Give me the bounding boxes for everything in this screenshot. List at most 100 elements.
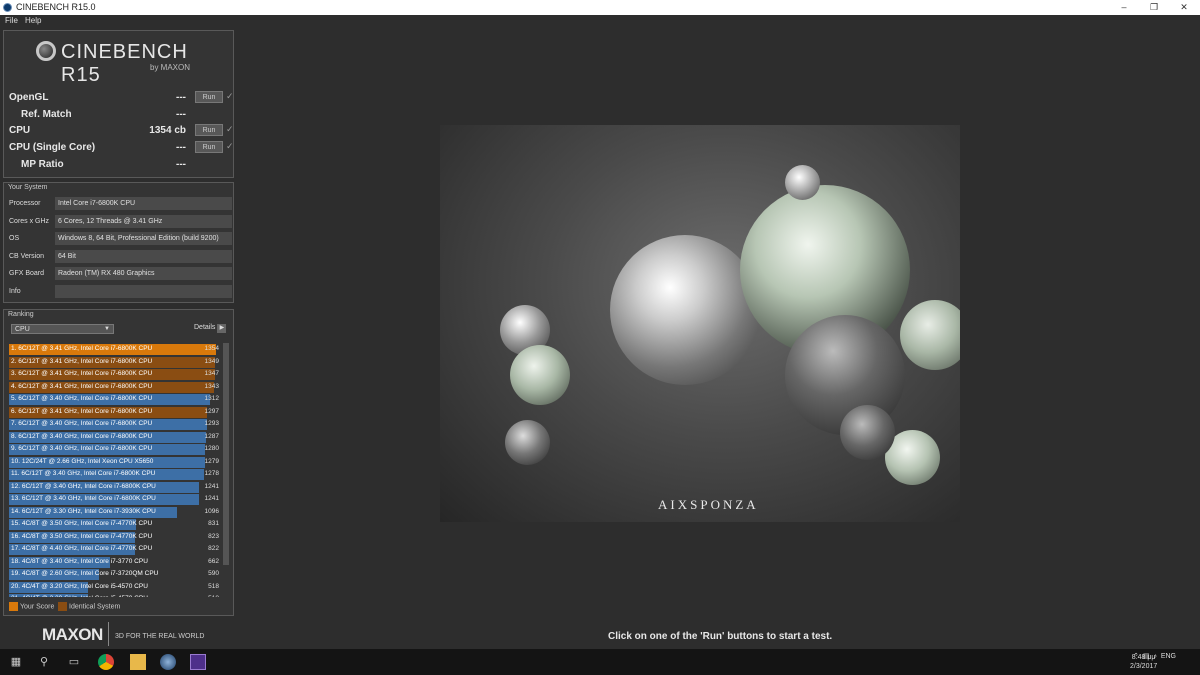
ranking-row[interactable]: 15. 4C/8T @ 3.50 GHz, Intel Core i7-4770… (9, 518, 221, 531)
ranking-label: 7. 6C/12T @ 3.40 GHz, Intel Core i7-6800… (11, 420, 153, 427)
ranking-row[interactable]: 21. 4C/4T @ 3.20 GHz, Intel Core i5-4570… (9, 593, 221, 597)
ranking-label: 21. 4C/4T @ 3.20 GHz, Intel Core i5-4570… (11, 595, 148, 597)
benchmark-label: Ref. Match (21, 109, 72, 120)
taskview-icon[interactable]: ▭ (66, 654, 82, 670)
ranking-row[interactable]: 14. 6C/12T @ 3.30 GHz, Intel Core i7-393… (9, 506, 221, 519)
ranking-value: 1287 (204, 432, 219, 440)
checkmark-icon[interactable]: ✓ (226, 91, 234, 102)
ranking-value: 1297 (204, 407, 219, 415)
ranking-row[interactable]: 20. 4C/4T @ 3.20 GHz, Intel Core i5-4570… (9, 581, 221, 594)
ranking-type-value: CPU (15, 326, 30, 333)
ranking-value: 822 (208, 545, 219, 552)
ranking-row[interactable]: 3. 6C/12T @ 3.41 GHz, Intel Core i7-6800… (9, 368, 221, 381)
system-value (55, 284, 232, 298)
system-row: Processor Intel Core i7-6800K CPU (8, 197, 232, 211)
system-row: Info (8, 284, 232, 299)
language-indicator[interactable]: ENG (1161, 653, 1176, 660)
ranking-label: 1. 6C/12T @ 3.41 GHz, Intel Core i7-6800… (11, 345, 153, 352)
benchmark-value: 1354 cb (149, 125, 186, 136)
benchmark-panel: CINEBENCH R15 by MAXON OpenGL --- Run ✓ Ref.… (3, 30, 234, 178)
checkmark-icon[interactable]: ✓ (226, 124, 234, 135)
details-toggle[interactable]: Details ▶ (194, 324, 227, 333)
ranking-type-select[interactable]: CPU ▼ (11, 324, 114, 334)
chrome-icon[interactable] (98, 654, 114, 670)
cinebench-app-icon (3, 3, 12, 12)
ranking-row[interactable]: 5. 6C/12T @ 3.40 GHz, Intel Core i7-6800… (9, 393, 221, 406)
system-key: GFX Board (9, 270, 45, 277)
system-value: Intel Core i7-6800K CPU (55, 197, 232, 210)
ranking-value: 1354 (204, 345, 219, 352)
ranking-row[interactable]: 7. 6C/12T @ 3.40 GHz, Intel Core i7-6800… (9, 418, 221, 431)
windows-icon[interactable]: ▦ (8, 654, 24, 670)
ranking-scrollbar[interactable] (223, 343, 229, 565)
system-row: CB Version 64 Bit (8, 249, 232, 264)
ranking-value: 1312 (204, 395, 219, 402)
benchmark-row: CPU 1354 cb Run ✓ (9, 124, 234, 138)
run-button[interactable]: Run (195, 91, 223, 103)
run-hint: Click on one of the 'Run' buttons to sta… (608, 631, 833, 642)
system-value: Windows 8, 64 Bit, Professional Edition … (55, 232, 232, 245)
system-row: OS Windows 8, 64 Bit, Professional Editio… (8, 232, 232, 246)
taskbar: ▦ ⚲ ▭ ⌃ ▤ ♪ ENG 8:48 μμ 2/3/2017 (0, 649, 1200, 675)
cpuz-icon[interactable] (190, 654, 206, 670)
ranking-row[interactable]: 8. 6C/12T @ 3.40 GHz, Intel Core i7-6800… (9, 431, 221, 444)
ranking-value: 662 (208, 557, 219, 565)
ranking-value: 1096 (204, 507, 219, 515)
system-row: Cores x GHz 6 Cores, 12 Threads @ 3.41 GH… (8, 214, 232, 229)
ranking-value: 831 (208, 520, 219, 527)
ranking-row[interactable]: 16. 4C/8T @ 3.50 GHz, Intel Core i7-4770… (9, 531, 221, 544)
benchmark-label: CPU (9, 125, 31, 136)
ranking-panel: Ranking CPU ▼ Details ▶ 1. 6C/12T @ 3.41 … (3, 309, 234, 616)
system-key: Processor (9, 200, 41, 207)
legend-your-score-label: Your Score (20, 603, 55, 611)
ranking-label: 4. 6C/12T @ 3.41 GHz, Intel Core i7-6800… (11, 382, 153, 390)
identical-system-swatch (58, 602, 67, 611)
menu-help[interactable]: Help (25, 16, 41, 25)
ranking-row[interactable]: 6. 6C/12T @ 3.41 GHz, Intel Core i7-6800… (9, 406, 221, 419)
ranking-value: 590 (208, 570, 219, 577)
logo-title: CINEBENCH R15 (61, 41, 188, 86)
clock[interactable]: 8:48 μμ 2/3/2017 (1130, 653, 1157, 671)
benchmark-label: MP Ratio (21, 159, 64, 170)
ranking-label: 10. 12C/24T @ 2.66 GHz, Intel Xeon CPU X… (11, 457, 154, 465)
ranking-label: 9. 6C/12T @ 3.40 GHz, Intel Core i7-6800… (11, 445, 153, 452)
menu-file[interactable]: File (5, 16, 18, 25)
menu-bar: File Help (0, 15, 1200, 27)
run-button[interactable]: Run (195, 141, 223, 153)
minimize-button[interactable]: – (1109, 0, 1139, 15)
ranking-row[interactable]: 13. 6C/12T @ 3.40 GHz, Intel Core i7-680… (9, 493, 221, 506)
title-bar: CINEBENCH R15.0 – ❐ ✕ (0, 0, 1200, 15)
run-button[interactable]: Run (195, 124, 223, 136)
checkmark-icon[interactable]: ✓ (226, 141, 234, 152)
ranking-row[interactable]: 9. 6C/12T @ 3.40 GHz, Intel Core i7-6800… (9, 443, 221, 456)
ranking-row[interactable]: 18. 4C/8T @ 3.40 GHz, Intel Core i7-3770… (9, 556, 221, 569)
ranking-row[interactable]: 12. 6C/12T @ 3.40 GHz, Intel Core i7-680… (9, 481, 221, 494)
chevron-right-icon: ▶ (217, 324, 227, 333)
ranking-row[interactable]: 19. 4C/8T @ 2.60 GHz, Intel Core i7-3720… (9, 568, 221, 581)
ranking-row[interactable]: 1. 6C/12T @ 3.41 GHz, Intel Core i7-6800… (9, 343, 221, 356)
ranking-value: 1293 (204, 420, 219, 427)
legend-identical: Identical System (58, 602, 120, 611)
legend-your-score: Your Score (9, 602, 54, 611)
explorer-icon[interactable] (130, 654, 146, 670)
close-button[interactable]: ✕ (1169, 0, 1199, 15)
ranking-row[interactable]: 2. 6C/12T @ 3.41 GHz, Intel Core i7-6800… (9, 356, 221, 369)
benchmark-value: --- (176, 142, 186, 153)
your-score-swatch (9, 602, 18, 611)
details-label: Details (194, 324, 216, 331)
cinebench-icon[interactable] (160, 654, 176, 670)
ranking-row[interactable]: 4. 6C/12T @ 3.41 GHz, Intel Core i7-6800… (9, 381, 221, 394)
benchmark-row: MP Ratio --- (9, 158, 231, 172)
ranking-row[interactable]: 17. 4C/8T @ 4.40 GHz, Intel Core i7-4770… (9, 543, 221, 556)
ranking-row[interactable]: 11. 6C/12T @ 3.40 GHz, Intel Core i7-680… (9, 468, 221, 481)
maximize-button[interactable]: ❐ (1139, 0, 1169, 15)
render-sphere (505, 420, 550, 465)
window-title: CINEBENCH R15.0 (16, 2, 96, 12)
ranking-value: 1343 (204, 382, 219, 390)
ranking-row[interactable]: 10. 12C/24T @ 2.66 GHz, Intel Xeon CPU X… (9, 456, 221, 469)
search-icon[interactable]: ⚲ (36, 654, 52, 670)
render-sphere (900, 300, 960, 370)
ranking-label: 20. 4C/4T @ 3.20 GHz, Intel Core i5-4570… (11, 582, 148, 590)
ranking-value: 1279 (204, 457, 219, 465)
benchmark-value: --- (176, 92, 186, 103)
